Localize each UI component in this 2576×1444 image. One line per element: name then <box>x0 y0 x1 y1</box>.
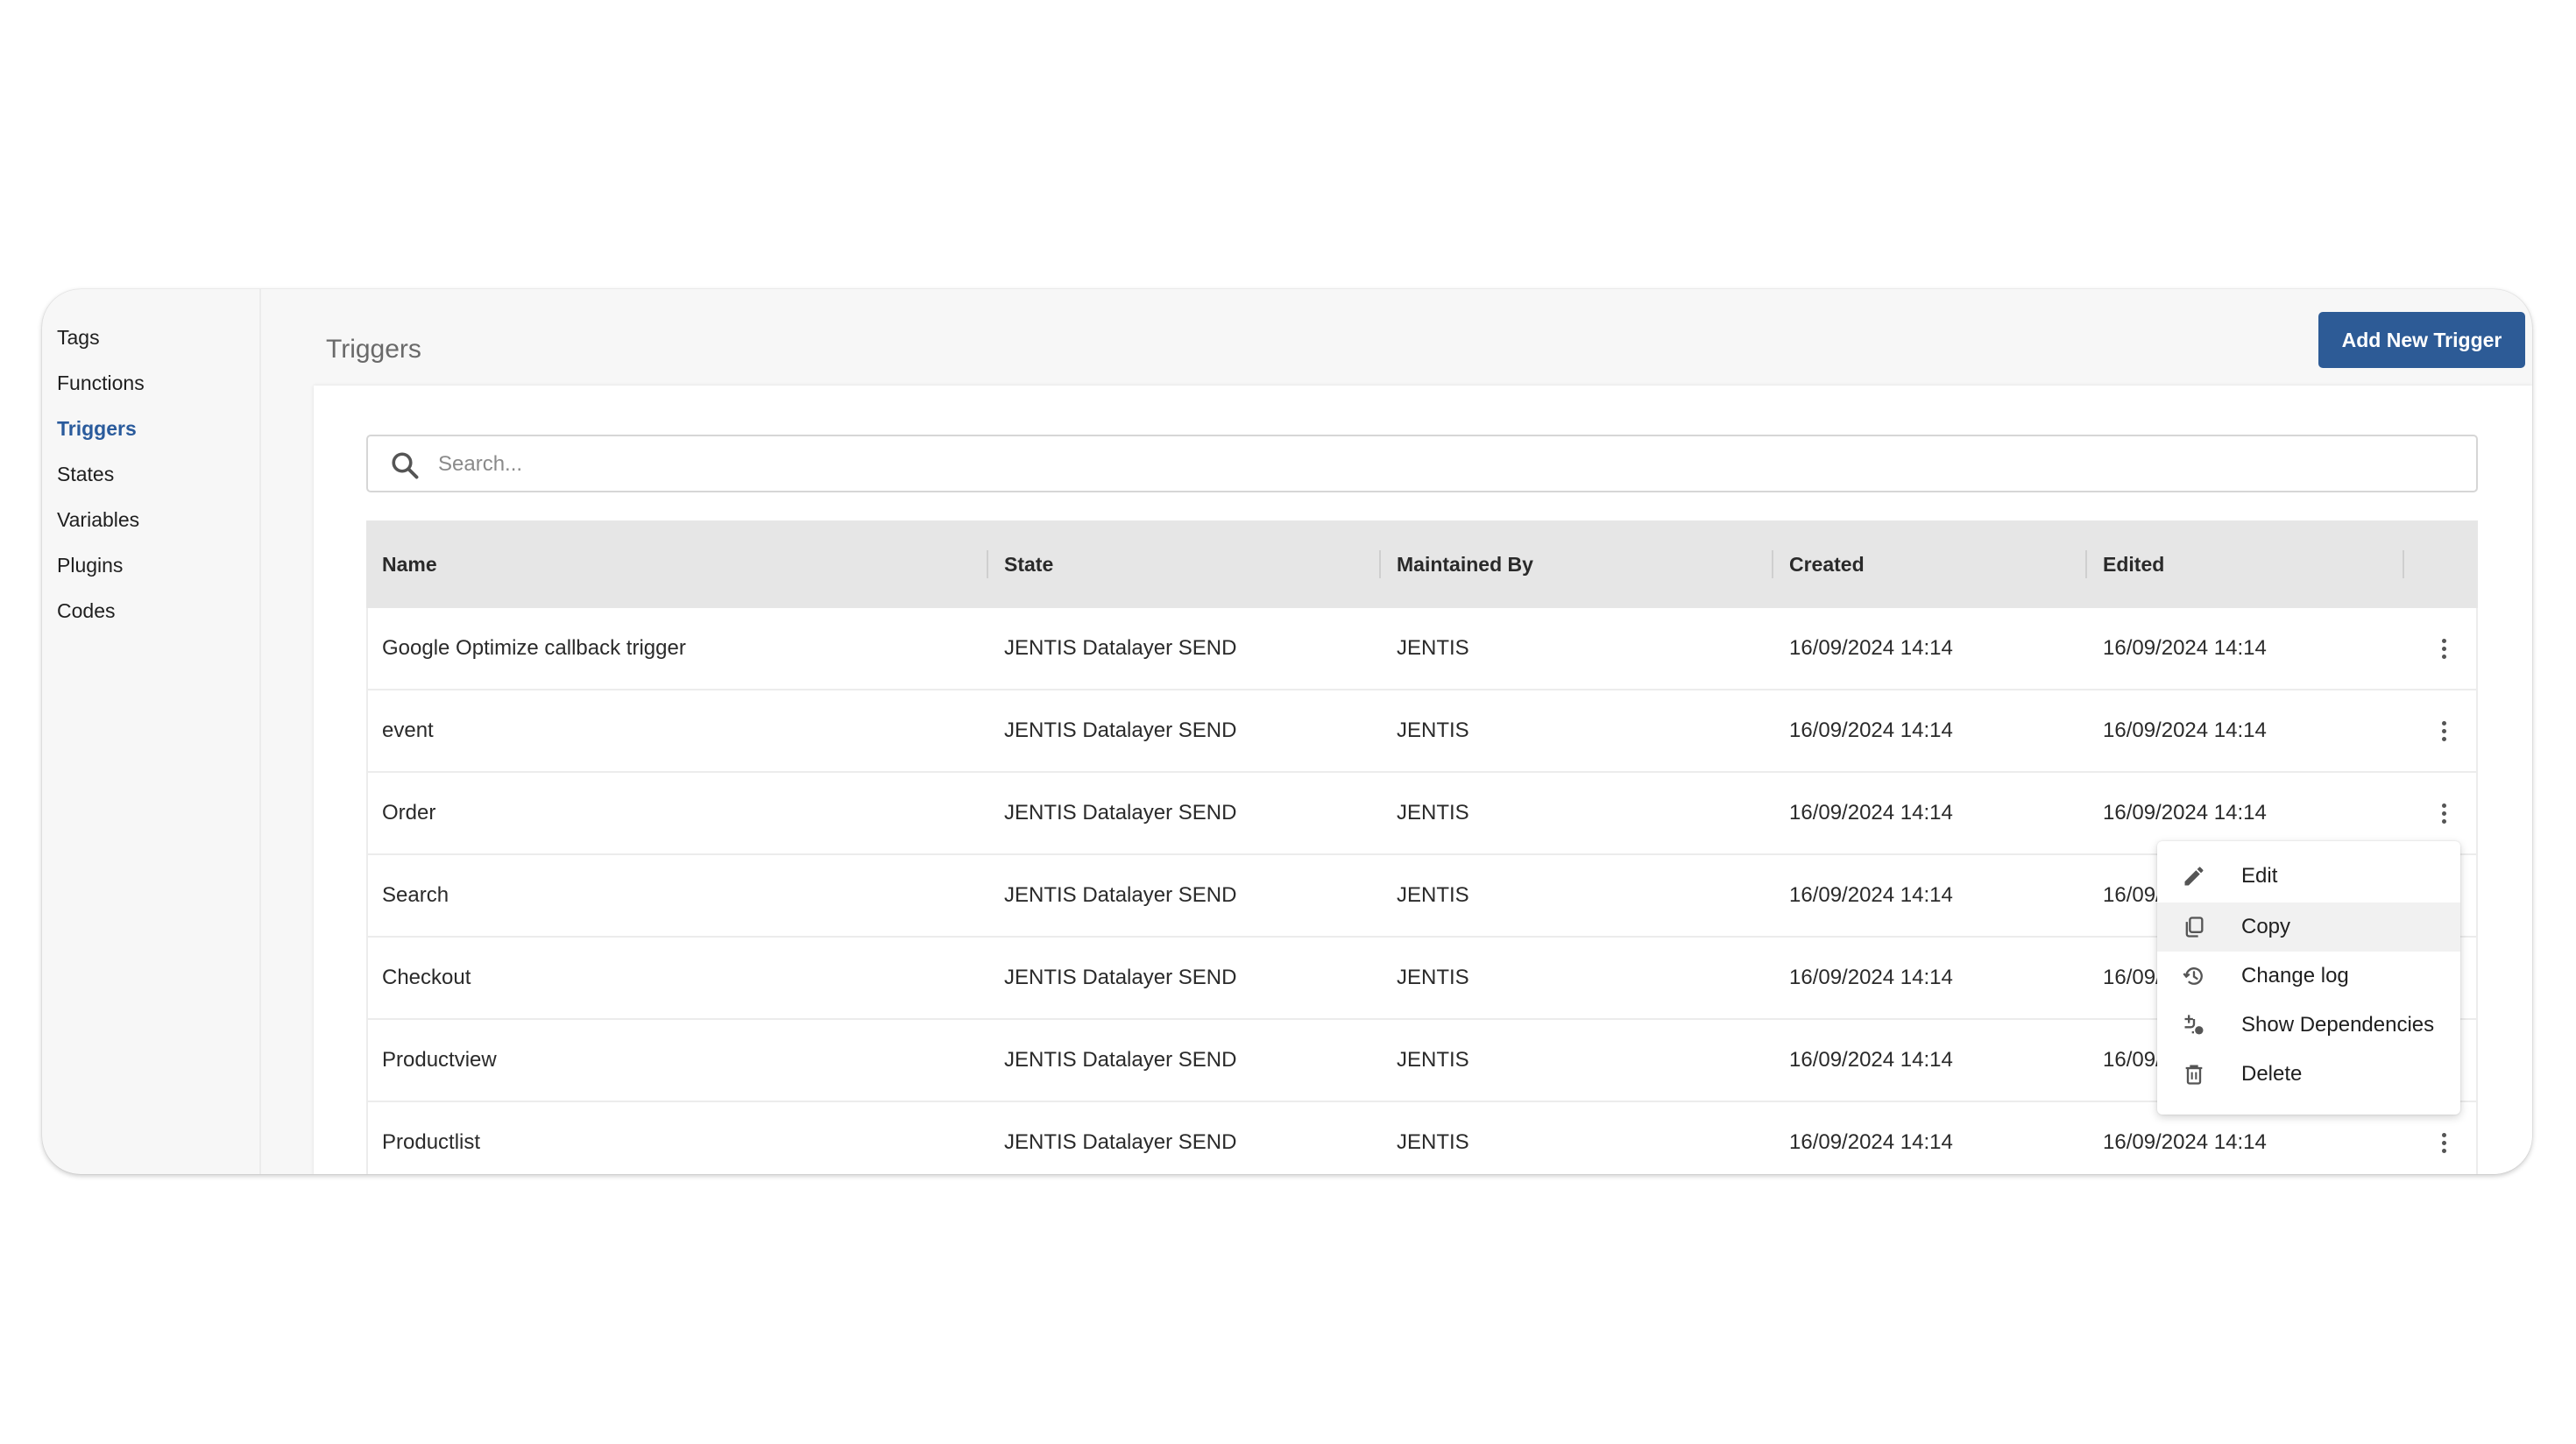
cell-edited: 16/09/2024 14:14 <box>2103 636 2267 660</box>
search-input[interactable] <box>436 436 2455 492</box>
more-options-icon[interactable] <box>2431 1127 2457 1158</box>
cell-name: event <box>382 718 434 742</box>
cell-created: 16/09/2024 14:14 <box>1789 1130 1953 1154</box>
cell-created: 16/09/2024 14:14 <box>1789 1048 1953 1072</box>
cell-state: JENTIS Datalayer SEND <box>1004 966 1237 989</box>
table-row[interactable]: Google Optimize callback trigger JENTIS … <box>366 608 2478 690</box>
cell-state: JENTIS Datalayer SEND <box>1004 1048 1237 1072</box>
column-header-maintained-by[interactable]: Maintained By <box>1397 520 1533 608</box>
trash-icon <box>2185 1065 2203 1085</box>
menu-item-edit[interactable]: Edit <box>2157 852 2460 901</box>
dependencies-icon <box>2184 1015 2204 1035</box>
sidebar-item-functions[interactable]: Functions <box>57 370 145 396</box>
column-divider <box>2085 550 2087 578</box>
menu-item-label: Change log <box>2241 964 2349 987</box>
cell-created: 16/09/2024 14:14 <box>1789 966 1953 989</box>
menu-item-copy[interactable]: Copy <box>2157 902 2460 952</box>
menu-item-change-log[interactable]: Change log <box>2157 952 2460 1001</box>
menu-item-label: Copy <box>2241 915 2291 938</box>
cell-name: Productlist <box>382 1130 481 1154</box>
column-header-name[interactable]: Name <box>382 520 437 608</box>
table-row[interactable]: event JENTIS Datalayer SEND JENTIS 16/09… <box>366 690 2478 773</box>
menu-item-delete[interactable]: Delete <box>2157 1050 2460 1099</box>
cell-edited: 16/09/2024 14:14 <box>2103 718 2267 742</box>
column-divider <box>987 550 988 578</box>
sidebar-item-triggers[interactable]: Triggers <box>57 415 137 442</box>
more-options-icon[interactable] <box>2431 797 2457 829</box>
table-header: Name State Maintained By Created Edited <box>366 520 2478 608</box>
cell-maintained-by: JENTIS <box>1397 883 1469 907</box>
cell-state: JENTIS Datalayer SEND <box>1004 883 1237 907</box>
column-divider <box>1379 550 1381 578</box>
cell-maintained-by: JENTIS <box>1397 1130 1469 1154</box>
cell-name: Productview <box>382 1048 497 1072</box>
column-header-created[interactable]: Created <box>1789 520 1865 608</box>
cell-state: JENTIS Datalayer SEND <box>1004 801 1237 825</box>
sidebar: Tags Functions Triggers States Variables… <box>42 289 261 1174</box>
history-icon <box>2183 967 2203 985</box>
cell-state: JENTIS Datalayer SEND <box>1004 636 1237 660</box>
cell-created: 16/09/2024 14:14 <box>1789 883 1953 907</box>
column-divider <box>2403 550 2404 578</box>
cell-created: 16/09/2024 14:14 <box>1789 636 1953 660</box>
menu-item-label: Show Dependencies <box>2241 1013 2435 1037</box>
menu-item-label: Delete <box>2241 1062 2303 1086</box>
cell-maintained-by: JENTIS <box>1397 966 1469 989</box>
column-header-state[interactable]: State <box>1004 520 1053 608</box>
cell-created: 16/09/2024 14:14 <box>1789 801 1953 825</box>
cell-name: Order <box>382 801 436 825</box>
cell-maintained-by: JENTIS <box>1397 718 1469 742</box>
sidebar-item-variables[interactable]: Variables <box>57 506 139 533</box>
cell-maintained-by: JENTIS <box>1397 636 1469 660</box>
cell-state: JENTIS Datalayer SEND <box>1004 718 1237 742</box>
more-options-icon[interactable] <box>2431 633 2457 664</box>
cell-maintained-by: JENTIS <box>1397 801 1469 825</box>
sidebar-item-plugins[interactable]: Plugins <box>57 552 123 578</box>
cell-name: Search <box>382 883 449 907</box>
sidebar-item-states[interactable]: States <box>57 461 114 487</box>
cell-state: JENTIS Datalayer SEND <box>1004 1130 1237 1154</box>
search-icon <box>392 452 419 479</box>
sidebar-item-codes[interactable]: Codes <box>57 598 115 624</box>
cell-created: 16/09/2024 14:14 <box>1789 718 1953 742</box>
row-context-menu: Edit Copy Change log Show Dependencies D… <box>2157 841 2460 1115</box>
sidebar-item-tags[interactable]: Tags <box>57 324 100 350</box>
menu-item-show-dependencies[interactable]: Show Dependencies <box>2157 1001 2460 1050</box>
add-new-trigger-button[interactable]: Add New Trigger <box>2318 312 2525 368</box>
cell-maintained-by: JENTIS <box>1397 1048 1469 1072</box>
column-header-edited[interactable]: Edited <box>2103 520 2164 608</box>
search-box[interactable] <box>366 435 2478 492</box>
more-options-icon[interactable] <box>2431 715 2457 747</box>
menu-item-label: Edit <box>2241 864 2278 888</box>
page-title: Triggers <box>326 335 421 364</box>
cell-name: Google Optimize callback trigger <box>382 636 686 660</box>
copy-icon <box>2185 917 2204 938</box>
cell-name: Checkout <box>382 966 471 989</box>
pencil-icon <box>2184 867 2204 886</box>
column-divider <box>1772 550 1773 578</box>
